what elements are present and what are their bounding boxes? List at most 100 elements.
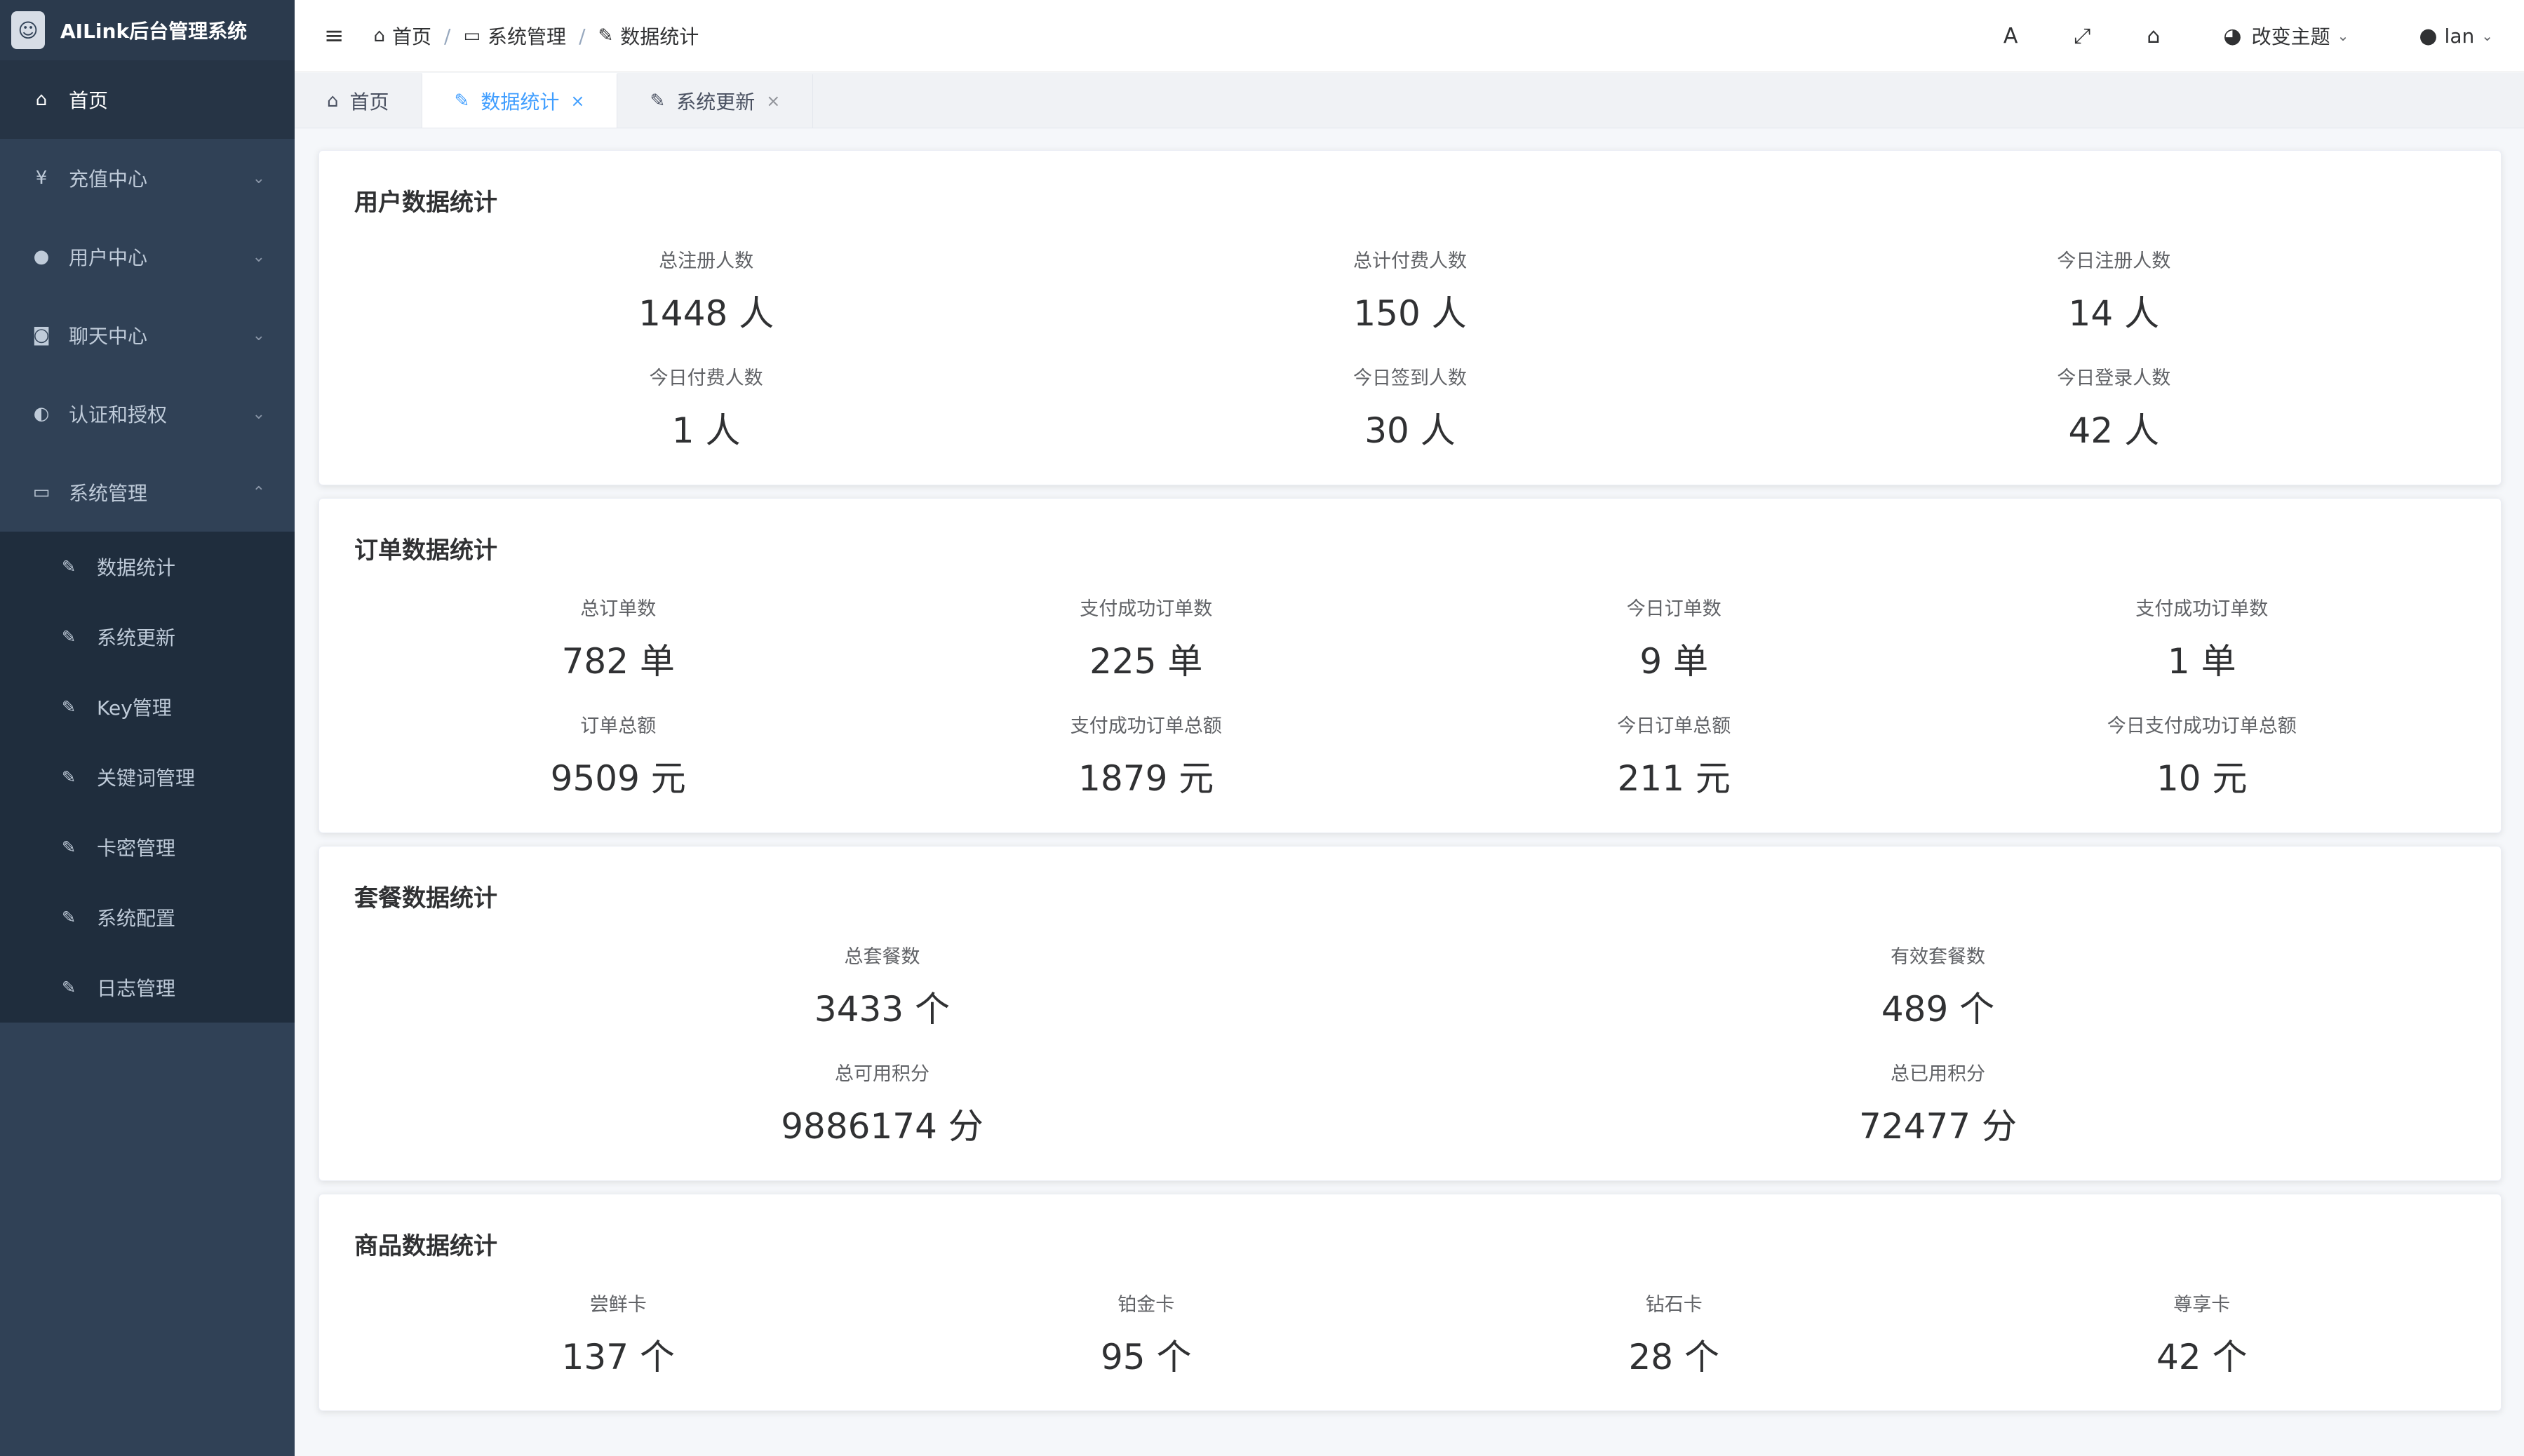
stat-label: 今日注册人数 (2057, 250, 2171, 272)
breadcrumb-item-current: 数据统计 (620, 25, 699, 48)
wrench-icon: ✎ (61, 908, 76, 927)
sidebar-subitem-data-stats[interactable]: ✎ 数据统计 (0, 532, 295, 602)
sidebar-subitem-key-management[interactable]: ✎ Key管理 (0, 672, 295, 742)
change-theme-label: 改变主题 (2251, 25, 2330, 48)
package-stats-card: 套餐数据统计 总套餐数 3433 个 有效套餐数 489 个 总可用积分 988… (318, 846, 2502, 1181)
sidebar-subitem-label: 关键词管理 (97, 767, 196, 790)
monitor-icon: ▭ (32, 482, 51, 503)
home-icon[interactable]: ⌂ (2147, 24, 2160, 48)
shield-icon: ◐ (33, 403, 50, 424)
app-logo[interactable]: ☺ AILink后台管理系统 (0, 0, 295, 60)
card-title: 商品数据统计 (354, 1232, 497, 1260)
stat-value: 42 个 (2156, 1337, 2248, 1377)
chevron-up-icon: ⌃ (252, 483, 265, 501)
sidebar-subitem-system-update[interactable]: ✎ 系统更新 (0, 602, 295, 672)
chevron-down-icon: ⌄ (252, 405, 265, 423)
tab-label: 首页 (349, 90, 389, 114)
topbar-actions: A ⤢ ⌂ ◕ 改变主题 ⌄ ● lan ⌄ (1947, 0, 2493, 72)
sidebar-subitem-log-management[interactable]: ✎ 日志管理 (0, 952, 295, 1023)
close-icon[interactable]: × (570, 91, 584, 111)
wrench-icon: ✎ (61, 837, 76, 857)
stat-item: 今日支付成功订单总额 10 元 (1938, 710, 2466, 801)
stat-item: 订单总额 9509 元 (354, 710, 882, 801)
sidebar-item-label: 聊天中心 (69, 325, 148, 348)
app-title: AILink后台管理系统 (60, 20, 248, 43)
stat-item: 支付成功订单数 1 单 (1938, 593, 2466, 684)
chevron-down-icon: ⌄ (2337, 27, 2349, 44)
sidebar-subitem-label: 系统配置 (97, 907, 176, 930)
wrench-icon: ✎ (598, 25, 614, 46)
sidebar-item-chat[interactable]: ◙ 聊天中心 ⌄ (0, 296, 295, 375)
sidebar-subitem-keyword-management[interactable]: ✎ 关键词管理 (0, 742, 295, 812)
stat-value: 489 个 (1881, 989, 1995, 1030)
change-theme-dropdown[interactable]: ◕ 改变主题 ⌄ (2223, 22, 2349, 50)
stat-value: 1448 人 (638, 293, 774, 334)
palette-icon: ◕ (2223, 23, 2242, 48)
tabs-bar: ⌂ 首页 ✎ 数据统计 × ✎ 系统更新 × (295, 73, 2524, 128)
stat-value: 1879 元 (1078, 758, 1214, 799)
stat-value: 782 单 (561, 641, 675, 682)
user-dropdown[interactable]: ● lan ⌄ (2419, 24, 2493, 48)
breadcrumb-item-home[interactable]: 首页 (392, 22, 431, 50)
stat-item: 总可用积分 9886174 分 (354, 1058, 1410, 1149)
sidebar-item-recharge[interactable]: ¥ 充值中心 ⌄ (0, 139, 295, 217)
wrench-icon: ✎ (61, 767, 76, 787)
stat-value: 10 元 (2156, 758, 2248, 799)
stat-value: 9886174 分 (781, 1106, 984, 1147)
wrench-icon: ✎ (61, 978, 76, 997)
sidebar-subitem-system-config[interactable]: ✎ 系统配置 (0, 882, 295, 952)
stat-item: 总套餐数 3433 个 (354, 941, 1410, 1032)
stat-item: 尝鲜卡 137 个 (354, 1289, 882, 1380)
user-name: lan (2444, 24, 2475, 48)
stat-value: 225 单 (1089, 641, 1203, 682)
sidebar-item-system[interactable]: ▭ 系统管理 ⌃ (0, 453, 295, 532)
fullscreen-icon[interactable]: ⤢ (2074, 24, 2090, 48)
breadcrumb-item-system[interactable]: 系统管理 (488, 22, 566, 50)
sidebar-item-auth[interactable]: ◐ 认证和授权 ⌄ (0, 375, 295, 453)
yen-icon: ¥ (35, 168, 48, 189)
stat-item: 有效套餐数 489 个 (1410, 941, 2466, 1032)
sidebar-item-users[interactable]: ● 用户中心 ⌄ (0, 217, 295, 296)
tab-label: 数据统计 (481, 90, 560, 114)
top-navbar: ≡ ⌂ 首页 / ▭ 系统管理 / ✎ 数据统计 A ⤢ ⌂ ◕ 改变主题 ⌄ … (295, 0, 2524, 72)
close-icon[interactable]: × (766, 91, 780, 111)
user-icon: ● (2419, 23, 2438, 48)
sidebar-subitem-label: 系统更新 (97, 626, 176, 649)
chevron-down-icon: ⌄ (252, 169, 265, 187)
stat-label: 总套餐数 (844, 946, 920, 968)
stat-label: 有效套餐数 (1891, 946, 1985, 968)
tab-data-stats[interactable]: ✎ 数据统计 × (422, 73, 618, 128)
wrench-icon: ✎ (61, 697, 76, 717)
stat-item: 支付成功订单总额 1879 元 (882, 710, 1411, 801)
stat-value: 150 人 (1353, 293, 1467, 334)
stat-item: 今日注册人数 14 人 (1762, 245, 2466, 336)
chevron-down-icon: ⌄ (252, 248, 265, 266)
stat-label: 支付成功订单数 (2135, 598, 2269, 620)
sidebar-item-label: 充值中心 (69, 168, 148, 191)
stat-item: 支付成功订单数 225 单 (882, 593, 1411, 684)
sidebar-subitem-card-management[interactable]: ✎ 卡密管理 (0, 812, 295, 882)
sidebar-subitem-label: 数据统计 (97, 556, 176, 579)
wrench-icon: ✎ (61, 627, 76, 647)
sidebar-item-home[interactable]: ⌂ 首页 (0, 60, 295, 139)
stat-label: 今日订单数 (1626, 598, 1721, 620)
wrench-icon: ✎ (61, 557, 76, 577)
sidebar-item-label: 用户中心 (69, 246, 148, 269)
sidebar-item-label: 首页 (69, 89, 109, 112)
chevron-down-icon: ⌄ (252, 326, 265, 344)
logo-icon: ☺ (11, 11, 45, 49)
stat-item: 总已用积分 72477 分 (1410, 1058, 2466, 1149)
stat-label: 今日支付成功订单总额 (2107, 715, 2297, 737)
hamburger-menu-icon[interactable]: ≡ (324, 22, 344, 50)
stat-value: 3433 个 (814, 989, 951, 1030)
tab-home[interactable]: ⌂ 首页 (295, 74, 422, 128)
wrench-icon: ✎ (650, 90, 666, 112)
stat-label: 今日登录人数 (2057, 368, 2171, 389)
stat-label: 总可用积分 (835, 1063, 929, 1085)
wrench-icon: ✎ (454, 90, 470, 112)
font-size-icon[interactable]: A (2003, 24, 2018, 48)
sidebar-subitem-label: Key管理 (97, 696, 172, 720)
stat-item: 今日付费人数 1 人 (354, 363, 1058, 453)
tab-system-update[interactable]: ✎ 系统更新 × (617, 74, 814, 128)
sidebar-item-label: 认证和授权 (69, 403, 168, 426)
